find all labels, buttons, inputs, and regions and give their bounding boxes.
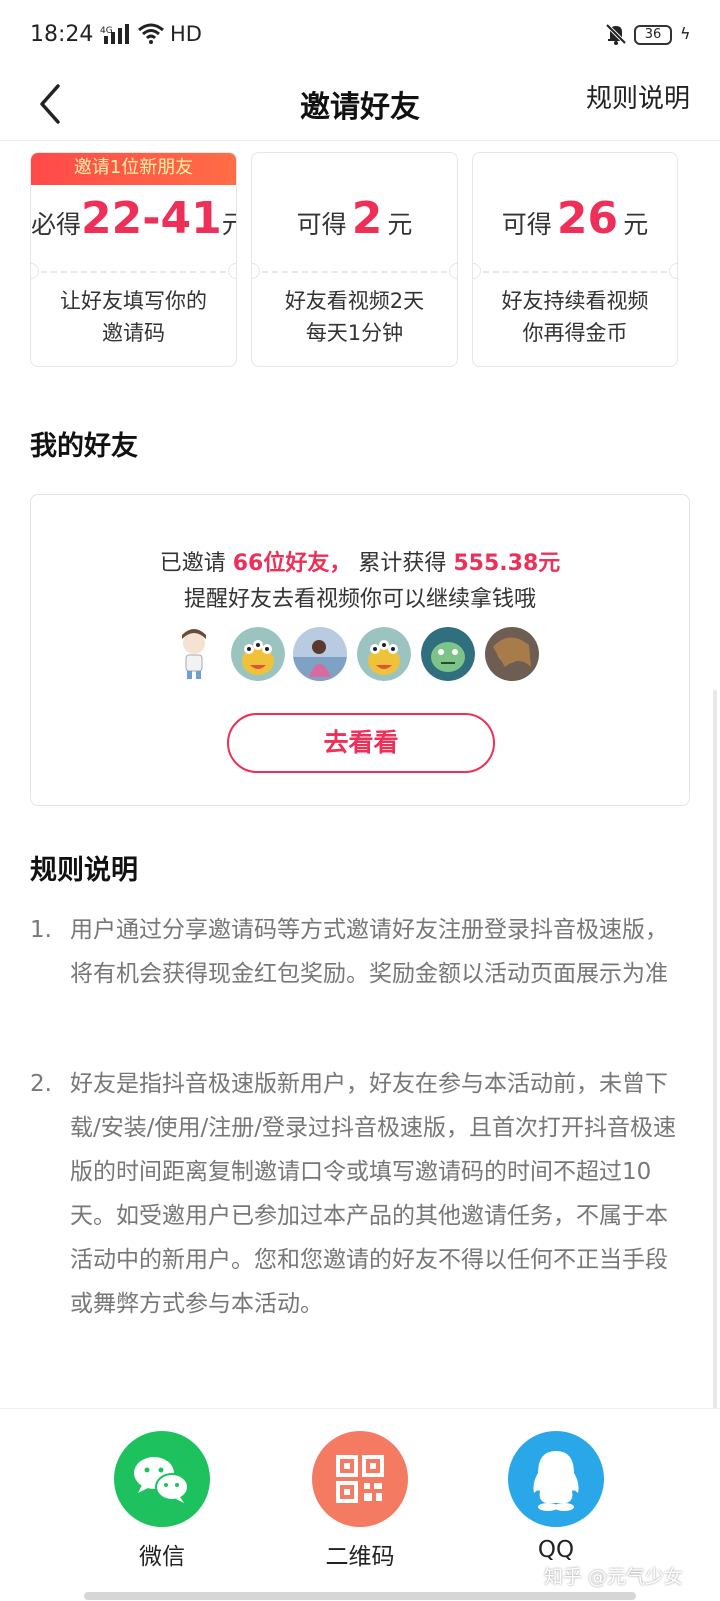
invite-summary: 已邀请 66位好友， 累计获得 555.38元 xyxy=(31,545,689,577)
network-type: HD xyxy=(170,22,202,46)
card-divider xyxy=(483,271,667,273)
avatar[interactable] xyxy=(485,627,539,681)
reward-card-invite: 邀请1位新朋友 必得22-41元 让好友填写你的 邀请码 xyxy=(30,152,237,367)
ticket-notch xyxy=(473,263,481,279)
qq-icon xyxy=(533,1451,579,1511)
amount-prefix: 可得 xyxy=(296,210,347,239)
amount-unit: 元 xyxy=(387,210,413,239)
reward-card-watch: 可得 2 元 好友看视频2天 每天1分钟 xyxy=(251,152,458,367)
rules-section-title: 规则说明 xyxy=(30,855,138,886)
reminder-text: 提醒好友去看视频你可以继续拿钱哦 xyxy=(183,587,536,612)
nav-bar: 邀请好友 规则说明 xyxy=(0,72,720,141)
mute-bell-icon xyxy=(605,23,627,45)
watermark: 知乎 @元气少女 xyxy=(544,1566,684,1588)
ticket-notch xyxy=(31,263,39,279)
card-divider xyxy=(262,271,447,273)
qrcode-icon xyxy=(336,1455,384,1503)
rules-link[interactable]: 规则说明 xyxy=(586,78,690,115)
card-amount: 可得 26 元 xyxy=(473,193,677,244)
friends-section-title: 我的好友 xyxy=(30,431,138,462)
card-ribbon: 邀请1位新朋友 xyxy=(31,153,236,185)
earned-amount: 555.38元 xyxy=(453,551,561,576)
desc-line: 好友看视频2天 xyxy=(284,289,425,313)
amount-prefix: 可得 xyxy=(501,210,552,239)
card-description: 好友持续看视频 你再得金币 xyxy=(473,285,677,349)
cellular-signal-icon: 4G xyxy=(100,24,129,44)
amount-value: 26 xyxy=(556,193,619,244)
amount-prefix: 必得 xyxy=(31,210,82,239)
amount-unit: 元 xyxy=(623,210,649,239)
rule-text: 好友是指抖音极速版新用户，好友在参与本活动前，未曾下载/安装/使用/注册/登录过… xyxy=(70,1071,676,1317)
desc-line: 邀请码 xyxy=(102,321,165,345)
rule-number: 2. xyxy=(30,1071,52,1097)
amount-unit: 元 xyxy=(222,210,236,239)
charging-icon: ϟ xyxy=(680,24,691,43)
amount-value: 22-41 xyxy=(81,193,222,244)
card-divider xyxy=(41,271,226,273)
reward-card-continue: 可得 26 元 好友持续看视频 你再得金币 xyxy=(472,152,678,367)
status-time: 18:24 xyxy=(30,22,94,47)
scrollbar[interactable] xyxy=(713,690,717,1510)
ticket-notch xyxy=(228,263,236,279)
svg-text:4G: 4G xyxy=(100,26,113,36)
wifi-icon xyxy=(138,23,164,44)
ticket-notch xyxy=(449,263,457,279)
share-qq[interactable]: QQ xyxy=(486,1431,626,1563)
share-qq-label: QQ xyxy=(537,1537,575,1563)
invited-count: 66位好友， xyxy=(232,551,352,576)
wechat-icon xyxy=(134,1457,189,1503)
avatar[interactable] xyxy=(167,627,221,681)
card-description: 让好友填写你的 邀请码 xyxy=(31,285,236,349)
avatar[interactable] xyxy=(231,627,285,681)
avatar[interactable] xyxy=(293,627,347,681)
avatar[interactable] xyxy=(357,627,411,681)
status-bar: 18:24 4G HD 36 ϟ xyxy=(0,0,720,72)
desc-line: 让好友填写你的 xyxy=(60,289,207,313)
share-wechat[interactable]: 微信 xyxy=(92,1431,232,1571)
share-qq-circle[interactable] xyxy=(508,1431,604,1527)
share-qrcode[interactable]: 二维码 xyxy=(290,1431,430,1571)
ticket-notch xyxy=(252,263,260,279)
card-amount: 可得 2 元 xyxy=(252,193,457,244)
earned-label: 累计获得 xyxy=(358,551,447,576)
share-wechat-circle[interactable] xyxy=(114,1431,210,1527)
share-wechat-label: 微信 xyxy=(139,1544,185,1570)
ticket-notch xyxy=(669,263,677,279)
share-qrcode-label: 二维码 xyxy=(325,1544,395,1570)
battery-level: 36 xyxy=(634,25,672,45)
rule-number: 1. xyxy=(30,917,52,943)
friends-panel: 已邀请 66位好友， 累计获得 555.38元 提醒好友去看视频你可以继续拿钱哦 xyxy=(30,494,690,806)
rule-item: 1. 用户通过分享邀请码等方式邀请好友注册登录抖音极速版，将有机会获得现金红包奖… xyxy=(30,908,690,996)
desc-line: 好友持续看视频 xyxy=(501,289,649,313)
desc-line: 你再得金币 xyxy=(522,321,628,345)
amount-value: 2 xyxy=(351,193,383,244)
rule-item: 2. 好友是指抖音极速版新用户，好友在参与本活动前，未曾下载/安装/使用/注册/… xyxy=(30,1062,690,1326)
invited-label: 已邀请 xyxy=(159,551,226,576)
home-indicator[interactable] xyxy=(84,1592,636,1600)
card-amount: 必得22-41元 xyxy=(31,193,236,244)
desc-line: 每天1分钟 xyxy=(305,321,404,345)
rule-text: 用户通过分享邀请码等方式邀请好友注册登录抖音极速版，将有机会获得现金红包奖励。奖… xyxy=(70,917,668,987)
go-check-button[interactable]: 去看看 xyxy=(227,713,495,773)
share-qrcode-circle[interactable] xyxy=(312,1431,408,1527)
card-description: 好友看视频2天 每天1分钟 xyxy=(252,285,457,349)
avatar[interactable] xyxy=(421,627,475,681)
